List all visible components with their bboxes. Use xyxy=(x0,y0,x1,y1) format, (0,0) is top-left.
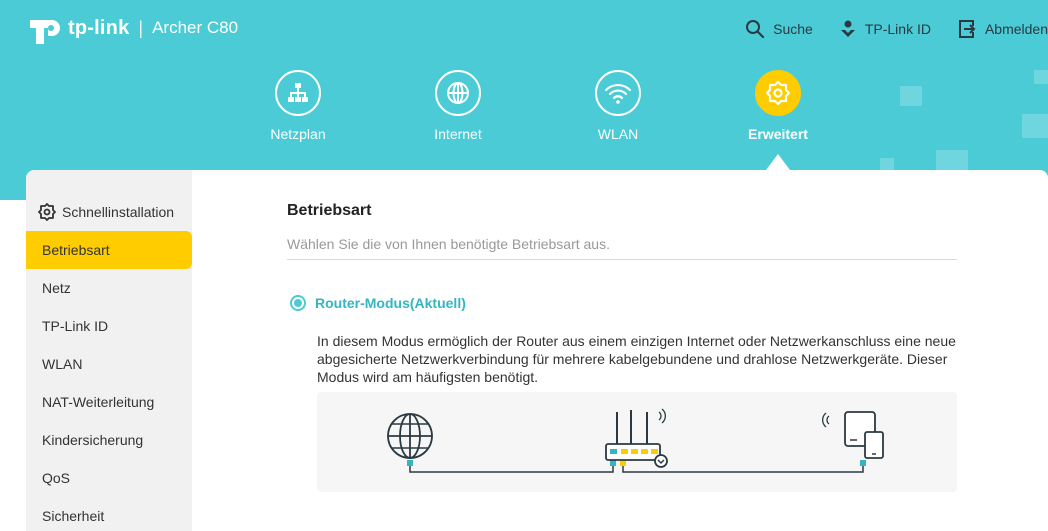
router-mode-radio[interactable]: Router-Modus(Aktuell) xyxy=(290,295,466,311)
sidebar-item-netz[interactable]: Netz xyxy=(26,269,192,307)
sidebar-item-qos[interactable]: QoS xyxy=(26,459,192,497)
wan-cable xyxy=(409,464,614,473)
brand-logo: tp-link | Archer C80 xyxy=(26,10,238,46)
tplink-id-button[interactable]: TP-Link ID xyxy=(839,19,931,39)
model-name: Archer C80 xyxy=(152,18,239,37)
tab-wlan-label: WLAN xyxy=(597,126,639,142)
gear-icon xyxy=(755,70,801,116)
internet-globe-icon xyxy=(387,413,433,459)
active-tab-pointer xyxy=(766,154,790,170)
tab-erweitert[interactable]: Erweitert xyxy=(718,70,838,142)
sidebar-item-label: WLAN xyxy=(42,356,83,372)
sidebar-item-label: Betriebsart xyxy=(42,242,110,258)
sidebar-item-label: Sicherheit xyxy=(42,508,105,524)
main-content: Betriebsart Wählen Sie die von Ihnen ben… xyxy=(192,170,1048,531)
router-icon xyxy=(605,408,668,468)
sidebar-item-label: Kindersicherung xyxy=(42,432,144,448)
sidebar-item-label: Schnellinstallation xyxy=(62,204,175,220)
logout-label: Abmelden xyxy=(984,21,1048,37)
sidebar-item-label: Netz xyxy=(42,280,71,296)
header-actions: Suche TP-Link ID Abmelden xyxy=(719,17,1048,41)
network-map-icon xyxy=(275,70,321,116)
logout-icon xyxy=(958,20,976,38)
page-subtitle: Wählen Sie die von Ihnen benötigte Betri… xyxy=(287,236,610,252)
tab-erweitert-label: Erweitert xyxy=(748,126,808,142)
gear-icon xyxy=(38,203,56,221)
tplink-id-icon xyxy=(840,20,855,37)
sidebar-item-nat-weiterleitung[interactable]: NAT-Weiterleitung xyxy=(26,383,192,421)
tplink-id-label: TP-Link ID xyxy=(864,21,931,37)
client-devices-icon xyxy=(822,411,884,459)
sidebar-item-betriebsart[interactable]: Betriebsart xyxy=(26,231,192,269)
page-title: Betriebsart xyxy=(287,202,372,219)
port-marker xyxy=(407,460,413,466)
brand-name: tp-link xyxy=(68,16,130,39)
search-label: Suche xyxy=(773,21,813,37)
tab-internet[interactable]: Internet xyxy=(398,70,518,142)
radio-selected-dot xyxy=(294,299,302,307)
tab-internet-label: Internet xyxy=(434,126,482,142)
tab-wlan[interactable]: WLAN xyxy=(558,70,678,142)
logout-button[interactable]: Abmelden xyxy=(957,19,1048,39)
sidebar-item-label: TP-Link ID xyxy=(42,318,109,334)
brand-separator: | xyxy=(138,17,144,38)
tab-netzplan[interactable]: Netzplan xyxy=(238,70,358,142)
sidebar-item-label: NAT-Weiterleitung xyxy=(42,394,155,410)
search-button[interactable]: Suche xyxy=(745,19,813,39)
sidebar-item-sicherheit[interactable]: Sicherheit xyxy=(26,497,192,531)
globe-icon xyxy=(435,70,481,116)
router-mode-label: Router-Modus(Aktuell) xyxy=(315,295,466,311)
port-marker xyxy=(860,460,866,466)
radio-button[interactable] xyxy=(290,295,306,311)
sidebar: Schnellinstallation Betriebsart Netz TP-… xyxy=(26,170,192,531)
mode-description: In diesem Modus ermöglich der Router aus… xyxy=(317,333,956,385)
sidebar-item-kindersicherung[interactable]: Kindersicherung xyxy=(26,421,192,459)
tplink-logo-icon xyxy=(26,10,62,46)
router-mode-diagram xyxy=(317,392,957,492)
sidebar-item-schnellinstallation[interactable]: Schnellinstallation xyxy=(26,193,192,231)
main-navigation: Netzplan Internet WLAN Erweitert xyxy=(0,70,1048,170)
sidebar-item-wlan[interactable]: WLAN xyxy=(26,345,192,383)
search-icon xyxy=(746,20,765,39)
sidebar-item-label: QoS xyxy=(42,470,71,486)
divider xyxy=(287,259,957,260)
sidebar-item-tplink-id[interactable]: TP-Link ID xyxy=(26,307,192,345)
tab-netzplan-label: Netzplan xyxy=(270,126,326,142)
wifi-icon xyxy=(595,70,641,116)
